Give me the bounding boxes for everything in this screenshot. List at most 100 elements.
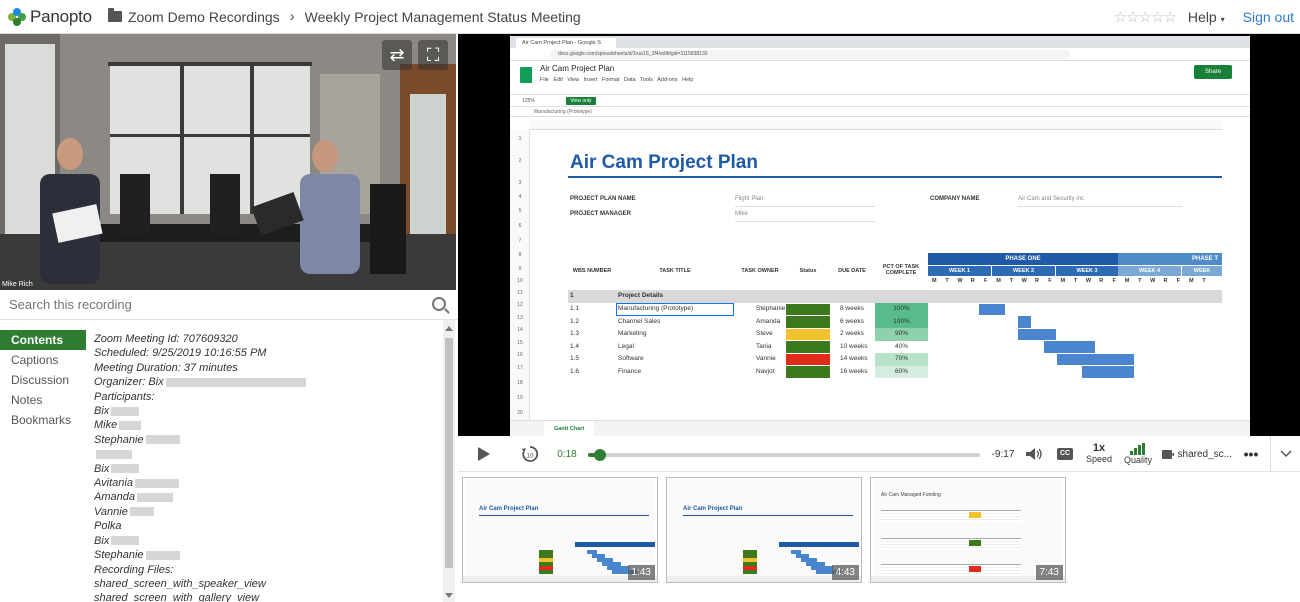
row-number: 17: [517, 365, 523, 371]
scroll-down-icon[interactable]: [445, 593, 453, 598]
volume-icon: [1026, 448, 1042, 460]
search-input[interactable]: [9, 297, 409, 312]
captions-button[interactable]: CC: [1055, 436, 1075, 472]
screen-share-video[interactable]: Air Cam Project Plan - Google S docs.goo…: [458, 34, 1300, 436]
redacted-bar: [111, 406, 140, 416]
caret-down-icon: ▾: [1220, 15, 1225, 24]
header-pct-complete: PCT OF TASK COMPLETE: [882, 264, 920, 276]
quality-icon: [1130, 442, 1145, 455]
rating-stars[interactable]: ☆☆☆☆☆: [1114, 8, 1177, 26]
browser-tab: Air Cam Project Plan - Google S: [516, 38, 616, 48]
company-name-label: COMPANY NAME: [930, 196, 980, 202]
recording-file: shared_screen_with_gallery_view: [94, 592, 260, 602]
scroll-up-icon[interactable]: [445, 326, 453, 331]
rewind-10-icon: 10: [522, 446, 539, 462]
project-plan-name-label: PROJECT PLAN NAME: [570, 196, 636, 202]
task-due-date: 14 weeks: [840, 355, 868, 362]
participant-name: Amanda: [94, 491, 135, 504]
day-header: F: [1112, 278, 1116, 284]
thumbnail-timestamp: 4:43: [831, 565, 859, 580]
thumbnail-status-cell: [539, 554, 553, 558]
breadcrumb-folder[interactable]: Zoom Demo Recordings: [128, 9, 280, 25]
participant-name: Stephanie: [94, 433, 144, 446]
stream-select[interactable]: shared_sc...: [1162, 436, 1232, 472]
rewind-10-button[interactable]: 10: [518, 436, 542, 472]
contents-scrollbar[interactable]: [443, 320, 455, 602]
row-number: 9: [518, 266, 522, 272]
tab-notes[interactable]: Notes: [0, 390, 86, 410]
row-number: 8: [518, 252, 522, 258]
section-wbs: 1: [570, 292, 574, 299]
thumbnail-timestamp: 1:43: [627, 565, 655, 580]
participant-name: Avitania: [94, 477, 133, 490]
video-camera-icon: [1162, 449, 1174, 459]
breadcrumb: Zoom Demo Recordings › Weekly Project Ma…: [107, 8, 581, 25]
row-headers: 1 2 3 4 5 6 7 8 9 10 11 12 13 14 15 16 17 18 19 20: [510, 130, 530, 420]
thumbnail-timestamp: 7:43: [1035, 565, 1063, 580]
thumbnail-status-cell: [539, 558, 553, 562]
row-number: 4: [518, 194, 522, 200]
task-owner: Vannie: [756, 355, 776, 362]
chevron-right-icon: ›: [289, 8, 295, 25]
thumbnail-preview: Air Cam Project Plan: [669, 480, 859, 576]
task-pct-complete: 100%: [875, 315, 928, 328]
row-number: 6: [518, 223, 522, 229]
panopto-logo-icon: [8, 7, 26, 26]
thumbnail-gantt-bar: [597, 558, 613, 562]
play-button[interactable]: [472, 436, 496, 472]
share-button: Share: [1194, 65, 1232, 79]
section-title: Project Details: [618, 292, 664, 299]
help-menu[interactable]: Help ▾: [1188, 9, 1225, 25]
spreadsheet-grid: 1 2 3 4 5 6 7 8 9 10 11 12 13 14 15 16 17 18 19 20 Air Cam …: [510, 120, 1222, 420]
thumbnail-status-cell: [743, 562, 757, 566]
shared-screen: Air Cam Project Plan - Google S docs.goo…: [510, 36, 1250, 436]
project-plan-name: Flight Plan: [735, 196, 764, 202]
tab-captions[interactable]: Captions: [0, 350, 86, 370]
collapse-chevron-icon[interactable]: [1270, 436, 1300, 472]
swap-views-icon[interactable]: ⇄: [382, 40, 412, 70]
thumbnail[interactable]: Air Cam Managed Funding 7:43: [870, 477, 1066, 583]
more-options-icon[interactable]: •••: [1240, 436, 1262, 472]
chevron-down-icon: [1279, 450, 1292, 458]
panopto-logo[interactable]: Panopto: [8, 7, 92, 27]
task-pct-complete: 90%: [875, 328, 928, 341]
task-pct-complete: 60%: [875, 365, 928, 378]
tab-discussion[interactable]: Discussion: [0, 370, 86, 390]
speed-button[interactable]: 1x Speed: [1086, 436, 1112, 472]
contents-text: Zoom Meeting Id: 707609320 Scheduled: 9/…: [94, 332, 439, 602]
tab-contents[interactable]: Contents: [0, 330, 86, 350]
header-task-owner: TASK OWNER: [741, 268, 779, 274]
stream-label: shared_sc...: [1177, 448, 1232, 460]
task-due-date: 8 weeks: [840, 305, 864, 312]
selected-cell: [616, 303, 734, 316]
current-time: 0:18: [557, 448, 577, 460]
task-wbs: 1.3: [570, 330, 580, 337]
volume-button[interactable]: [1023, 436, 1045, 472]
status-cell: [786, 328, 830, 340]
tab-bookmarks[interactable]: Bookmarks: [0, 410, 86, 430]
quality-button[interactable]: Quality: [1122, 436, 1154, 472]
day-header: T: [1138, 278, 1142, 284]
progress-knob[interactable]: [593, 449, 606, 461]
speed-value: 1x: [1092, 442, 1106, 454]
day-header: R: [1163, 278, 1168, 284]
sign-out-link[interactable]: Sign out: [1243, 9, 1294, 25]
section-row: 1 Project Details: [568, 290, 1222, 303]
project-manager: Mike: [735, 211, 748, 217]
task-owner: Navjot: [756, 367, 775, 375]
participant: Polka: [94, 520, 122, 533]
thumbnail[interactable]: Air Cam Project Plan 1:43: [462, 477, 658, 583]
search-icon[interactable]: [432, 297, 446, 311]
folder-icon: [107, 8, 122, 22]
participant: Amanda: [94, 490, 439, 504]
thumbnail-status-cell: [539, 570, 553, 574]
thumbnail[interactable]: Air Cam Project Plan 4:43: [666, 477, 862, 583]
camera-video[interactable]: ⇄ ⛶ Mike Rich: [0, 34, 456, 290]
fullscreen-icon[interactable]: ⛶: [418, 40, 448, 70]
thumbnail-strip: Air Cam Project Plan 1:43 Air Cam Project …: [458, 472, 1300, 602]
scroll-thumb[interactable]: [445, 338, 453, 568]
progress-bar[interactable]: [588, 449, 980, 461]
day-header: R: [970, 278, 975, 284]
redacted-bar: [134, 478, 179, 488]
week-header: WEEK 4: [1118, 266, 1181, 276]
